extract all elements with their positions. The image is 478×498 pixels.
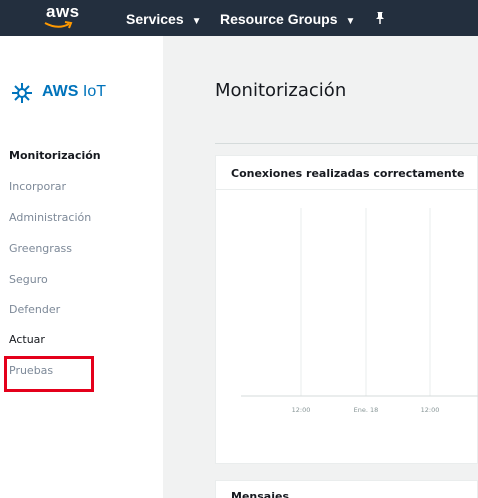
divider	[215, 143, 478, 144]
sidebar: AWS IoT Monitorización Incorporar Admini…	[0, 36, 163, 498]
messages-card: Mensajes	[215, 480, 478, 498]
brand-iot: IoT	[82, 83, 107, 100]
chart-x-tick-label: 12:00	[421, 406, 440, 414]
chart-x-tick-label: Ene. 18	[354, 406, 379, 414]
page-title: Monitorización	[215, 80, 347, 101]
services-menu[interactable]: Services ▼	[126, 0, 202, 36]
resource-groups-label: Resource Groups	[220, 11, 338, 27]
actuar-highlight-box	[4, 356, 94, 392]
sidebar-item-administracion[interactable]: Administración	[9, 211, 91, 224]
sidebar-item-greengrass[interactable]: Greengrass	[9, 242, 72, 255]
connections-chart: 12:00 Ene. 18 12:00	[241, 208, 478, 414]
connections-chart-area: 12:00 Ene. 18 12:00	[216, 190, 478, 464]
resource-groups-menu[interactable]: Resource Groups ▼	[220, 0, 355, 36]
connections-card: Conexiones realizadas correctamente 12:0…	[215, 155, 478, 464]
services-label: Services	[126, 11, 184, 27]
brand-name: AWS IoT	[42, 83, 106, 101]
sidebar-item-incorporar[interactable]: Incorporar	[9, 180, 66, 193]
iot-chip-icon	[12, 83, 32, 103]
brand-aws: AWS	[42, 83, 79, 100]
aws-logo[interactable]: aws	[34, 2, 88, 32]
chevron-down-icon: ▼	[191, 16, 202, 27]
card-header: Conexiones realizadas correctamente	[216, 156, 477, 190]
sidebar-item-actuar[interactable]: Actuar	[9, 333, 45, 346]
aws-smile-icon	[44, 21, 73, 29]
pin-icon[interactable]	[373, 11, 387, 25]
sidebar-item-defender[interactable]: Defender	[9, 303, 60, 316]
chart-x-tick-label: 12:00	[292, 406, 311, 414]
aws-logo-text: aws	[46, 2, 80, 21]
messages-card-title: Mensajes	[231, 490, 289, 498]
connections-card-title: Conexiones realizadas correctamente	[231, 167, 465, 180]
sidebar-item-monitorizacion[interactable]: Monitorización	[9, 149, 101, 162]
top-navigation-bar: aws Services ▼ Resource Groups ▼	[0, 0, 478, 36]
sidebar-item-seguro[interactable]: Seguro	[9, 273, 48, 286]
chevron-down-icon: ▼	[345, 16, 356, 27]
